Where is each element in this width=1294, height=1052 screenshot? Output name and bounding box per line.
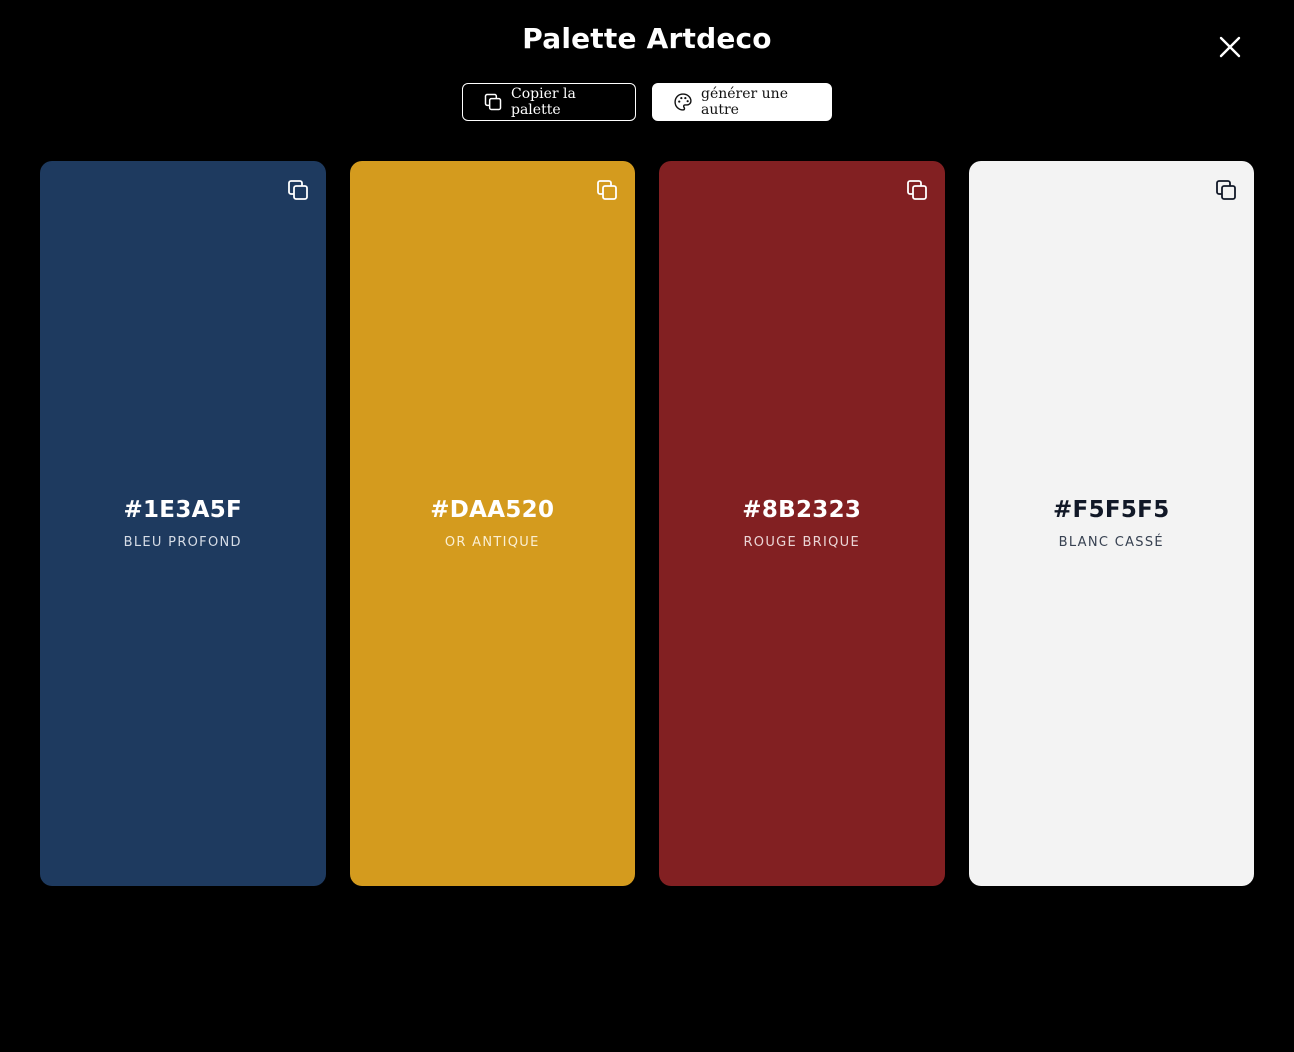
color-swatch[interactable]: #8B2323 ROUGE BRIQUE (659, 161, 945, 886)
swatch-hex: #1E3A5F (123, 497, 243, 523)
copy-color-icon[interactable] (595, 178, 619, 202)
copy-color-icon[interactable] (286, 178, 310, 202)
swatch-name: BLEU PROFOND (123, 535, 242, 550)
copy-palette-button[interactable]: Copier la palette (462, 83, 636, 121)
swatch-name: BLANC CASSÉ (1058, 535, 1164, 550)
color-swatch[interactable]: #F5F5F5 BLANC CASSÉ (968, 161, 1254, 886)
swatch-name: ROUGE BRIQUE (743, 535, 861, 550)
close-icon (1219, 36, 1241, 58)
copy-color-icon[interactable] (1214, 178, 1238, 202)
page-title: Palette Artdeco (522, 22, 772, 55)
swatch-hex: #F5F5F5 (1052, 497, 1170, 523)
palette-actions: Copier la palette générer une autre (0, 83, 1294, 121)
generate-palette-button[interactable]: générer une autre (652, 83, 832, 121)
copy-icon (484, 93, 502, 111)
generate-palette-label: générer une autre (701, 86, 788, 118)
copy-palette-label: Copier la palette (511, 86, 576, 118)
swatch-name: OR ANTIQUE (444, 535, 540, 550)
swatch-hex: #DAA520 (430, 497, 555, 523)
color-swatch[interactable]: #DAA520 OR ANTIQUE (349, 161, 635, 886)
copy-color-icon[interactable] (905, 178, 929, 202)
swatch-grid: #1E3A5F BLEU PROFOND #DAA520 OR ANTIQUE #8B2… (40, 161, 1254, 886)
swatch-hex: #8B2323 (742, 497, 862, 523)
close-button[interactable] (1214, 31, 1246, 63)
color-swatch[interactable]: #1E3A5F BLEU PROFOND (40, 161, 326, 886)
palette-icon (674, 93, 692, 111)
